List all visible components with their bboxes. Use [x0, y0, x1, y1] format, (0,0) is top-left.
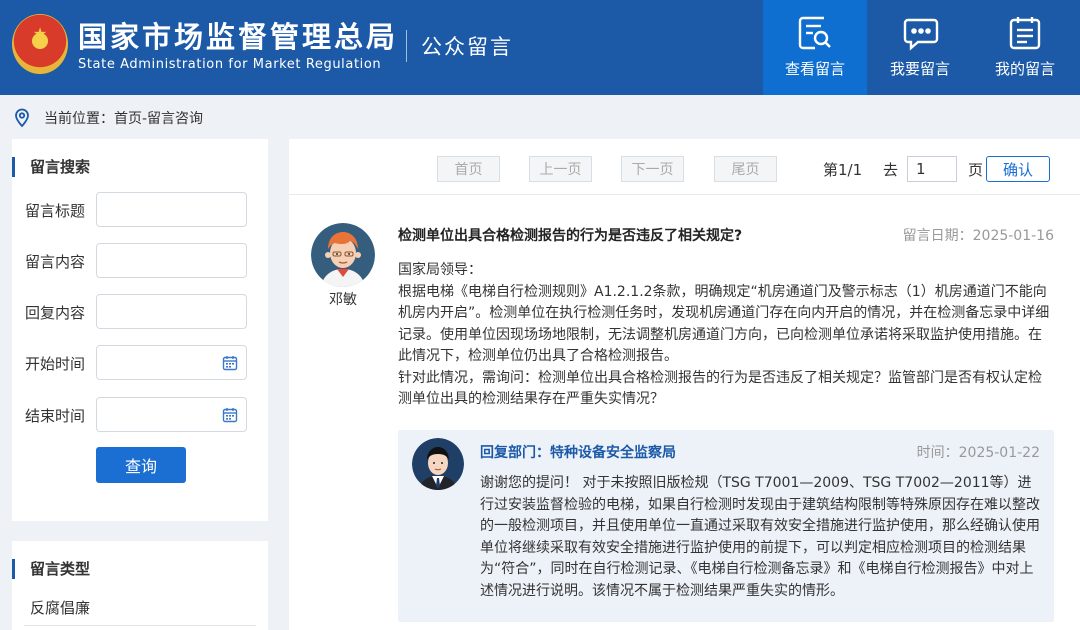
next-page-button[interactable]: 下一页	[621, 156, 684, 182]
location-pin-icon	[15, 108, 29, 128]
asker-avatar	[311, 223, 375, 287]
message-date: 留言日期：2025-01-16	[902, 228, 1054, 244]
breadcrumb-text: 当前位置：首页-留言咨询	[44, 111, 204, 127]
field-label-start: 开始时间	[25, 355, 86, 373]
goto-label: 去	[883, 161, 899, 179]
chat-bubble-icon	[903, 18, 939, 51]
search-panel-title: 留言搜索	[12, 157, 90, 177]
clipboard-list-icon	[1009, 17, 1041, 50]
search-panel: 留言搜索 留言标题 留言内容 回复内容 开始时间 结束时间 查询	[12, 139, 268, 521]
start-date-input[interactable]	[96, 345, 247, 380]
pagination-bar: 首页 上一页 下一页 尾页 第1/1 去 1 页 确认	[289, 139, 1080, 195]
last-page-button[interactable]: 尾页	[714, 156, 777, 182]
nav-post-message[interactable]: 我要留言	[868, 0, 972, 95]
field-label-content: 留言内容	[25, 253, 86, 271]
page-status: 第1/1	[823, 161, 863, 179]
message-list: 首页 上一页 下一页 尾页 第1/1 去 1 页 确认 邓敏 检测单位出具合格检…	[289, 139, 1080, 630]
nav-mine-label: 我的留言	[994, 60, 1055, 78]
section-title: 公众留言	[421, 35, 513, 59]
site-header: ★ 国家市场监督管理总局 State Administration for Ma…	[0, 0, 1080, 95]
reply-body: 谢谢您的提问！ 对于未按照旧版检规（TSG T7001—2009、TSG T70…	[480, 475, 1040, 599]
message-paragraph: 根据电梯《电梯自行检测规则》A1.2.1.2条款，明确规定“机房通道门及警示标志…	[398, 283, 1050, 365]
page-unit-label: 页	[968, 161, 984, 179]
query-button[interactable]: 查询	[96, 447, 186, 483]
search-message-icon	[798, 16, 831, 50]
calendar-icon[interactable]	[222, 355, 238, 371]
type-panel-title: 留言类型	[12, 559, 90, 579]
message-body: 国家局领导： 根据电梯《电梯自行检测规则》A1.2.1.2条款，明确规定“机房通…	[398, 260, 1053, 411]
site-logo-title: 国家市场监督管理总局	[78, 20, 399, 54]
type-item-anticorruption[interactable]: 反腐倡廉	[30, 597, 90, 618]
divider	[24, 625, 256, 626]
message-title[interactable]: 检测单位出具合格检测报告的行为是否违反了相关规定?	[398, 225, 742, 245]
reply-date: 时间：2025-01-22	[916, 445, 1040, 461]
content-search-input[interactable]	[96, 243, 247, 278]
prev-page-button[interactable]: 上一页	[529, 156, 592, 182]
nav-view-label: 查看留言	[784, 60, 845, 78]
end-date-input[interactable]	[96, 397, 247, 432]
confirm-page-button[interactable]: 确认	[986, 156, 1050, 182]
header-divider	[406, 30, 407, 62]
responder-avatar	[412, 438, 464, 490]
asker-name: 邓敏	[329, 292, 357, 308]
field-label-end: 结束时间	[25, 407, 86, 425]
nav-view-messages[interactable]: 查看留言	[763, 0, 867, 95]
nav-post-label: 我要留言	[889, 60, 950, 78]
reply-department: 回复部门：特种设备安全监察局	[480, 445, 676, 461]
field-label-title: 留言标题	[25, 202, 86, 220]
breadcrumb: 当前位置：首页-留言咨询	[14, 106, 203, 130]
reply-search-input[interactable]	[96, 294, 247, 329]
reply-box: 回复部门：特种设备安全监察局 时间：2025-01-22 谢谢您的提问！ 对于未…	[398, 430, 1054, 622]
national-emblem-logo: ★	[12, 14, 68, 74]
nav-my-messages[interactable]: 我的留言	[973, 0, 1077, 95]
message-type-panel: 留言类型 反腐倡廉	[12, 541, 268, 630]
title-search-input[interactable]	[96, 192, 247, 227]
first-page-button[interactable]: 首页	[437, 156, 500, 182]
calendar-icon[interactable]	[222, 407, 238, 423]
site-logo-subtitle: State Administration for Market Regulati…	[78, 57, 382, 72]
message-paragraph: 国家局领导：	[398, 262, 482, 278]
field-label-reply: 回复内容	[25, 304, 86, 322]
message-paragraph: 针对此情况，需询问：检测单位出具合格检测报告的行为是否违反了相关规定？监管部门是…	[398, 369, 1042, 408]
page-number-input[interactable]: 1	[907, 156, 957, 182]
